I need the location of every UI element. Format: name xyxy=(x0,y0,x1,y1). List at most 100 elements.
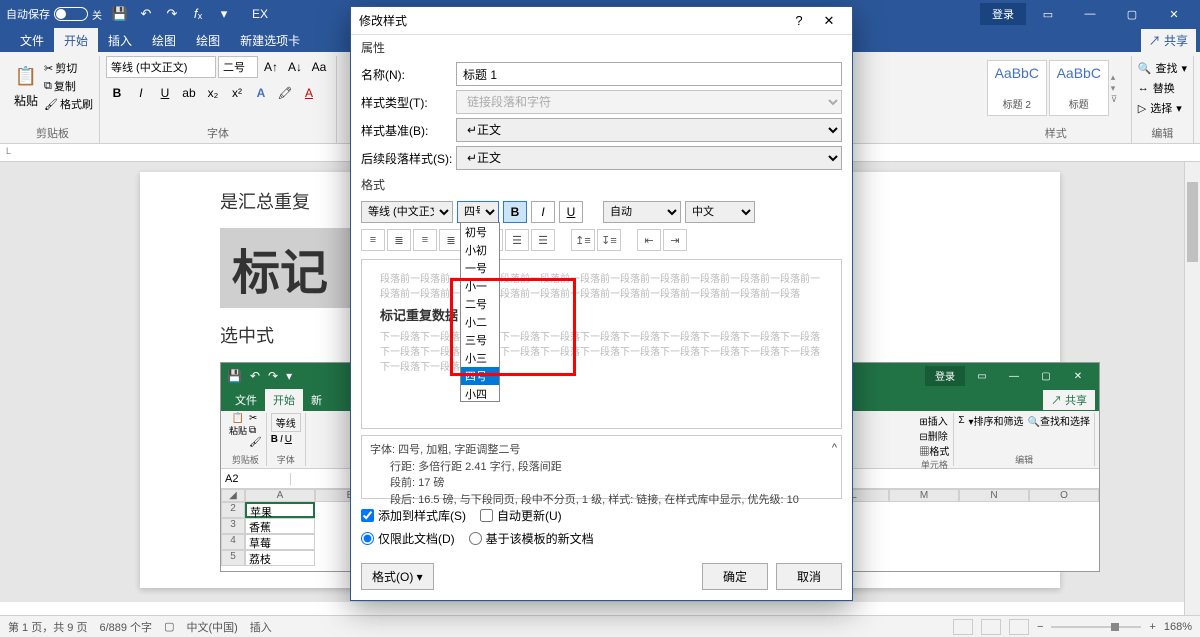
find-button[interactable]: 🔍查找 ▾ xyxy=(1138,60,1187,76)
linespacing-15-icon[interactable]: ☰ xyxy=(505,229,529,251)
excel-selectall[interactable]: ◢ xyxy=(221,489,245,502)
cancel-button[interactable]: 取消 xyxy=(776,563,842,590)
shrink-font-icon[interactable]: A↓ xyxy=(284,56,306,78)
change-case-icon[interactable]: Aa xyxy=(308,56,330,78)
excel-row-header[interactable]: 3 xyxy=(221,518,245,534)
excel-sort-button[interactable]: ▾排序和筛选 xyxy=(969,413,1024,428)
excel-col-header[interactable]: A xyxy=(245,489,315,502)
status-lang[interactable]: 中文(中国) xyxy=(186,619,237,635)
addto-checkbox[interactable] xyxy=(361,509,374,522)
status-words[interactable]: 6/889 个字 xyxy=(99,619,152,635)
text-effects-button[interactable]: A xyxy=(250,82,272,104)
excel-qat-more-icon[interactable]: ▾ xyxy=(286,369,292,383)
strike-button[interactable]: ab xyxy=(178,82,200,104)
dialog-help-icon[interactable]: ? xyxy=(784,13,814,28)
share-button[interactable]: ↗ 共享 xyxy=(1141,29,1196,52)
excel-row-header[interactable]: 2 xyxy=(221,502,245,518)
dialog-font-select[interactable]: 等线 (中文正文) xyxy=(361,201,453,223)
select-button[interactable]: ▷选择 ▾ xyxy=(1138,100,1187,116)
excel-login-button[interactable]: 登录 xyxy=(925,366,965,386)
excel-minimize-icon[interactable]: — xyxy=(999,366,1029,386)
zoom-in-icon[interactable]: + xyxy=(1149,621,1155,633)
excel-cell[interactable]: 香蕉 xyxy=(245,518,315,534)
highlight-button[interactable]: 🖍 xyxy=(274,82,296,104)
ribbon-options-icon[interactable]: ▭ xyxy=(1028,0,1068,28)
excel-insert-button[interactable]: ⊞插入 xyxy=(919,413,947,428)
undo-icon[interactable]: ↶ xyxy=(138,6,154,22)
excel-tab-home[interactable]: 开始 xyxy=(265,389,303,411)
status-page[interactable]: 第 1 页，共 9 页 xyxy=(8,619,87,635)
size-option[interactable]: 小二 xyxy=(461,313,499,331)
tab-draw[interactable]: 绘图 xyxy=(142,28,186,53)
size-option[interactable]: 小一 xyxy=(461,277,499,295)
format-menu-button[interactable]: 格式(O) ▾ xyxy=(361,563,434,590)
excel-share-button[interactable]: ↗ 共享 xyxy=(1043,390,1095,410)
excel-bold-button[interactable]: B xyxy=(271,434,278,445)
autosave[interactable]: 自动保存 关 xyxy=(6,6,102,22)
style-heading2[interactable]: AaBbC 标题 2 xyxy=(987,60,1047,116)
scrollbar-thumb[interactable] xyxy=(1187,182,1198,262)
excel-row-header[interactable]: 4 xyxy=(221,534,245,550)
excel-underline-button[interactable]: U xyxy=(285,434,292,445)
excel-close-icon[interactable]: ✕ xyxy=(1063,366,1093,386)
font-size-select[interactable]: 二号 xyxy=(218,56,258,78)
size-option[interactable]: 小四 xyxy=(461,385,499,402)
grow-font-icon[interactable]: A↑ xyxy=(260,56,282,78)
excel-maximize-icon[interactable]: ▢ xyxy=(1031,366,1061,386)
align-left-icon[interactable]: ≡ xyxy=(361,229,385,251)
dialog-color-select[interactable]: 自动 xyxy=(603,201,681,223)
qat-more-icon[interactable]: ▾ xyxy=(216,6,232,22)
tab-home[interactable]: 开始 xyxy=(54,28,98,53)
style-name-input[interactable] xyxy=(456,62,842,86)
close-icon[interactable]: ✕ xyxy=(1154,0,1194,28)
autosave-toggle[interactable] xyxy=(54,7,88,21)
excel-brush-icon[interactable]: 🖌 xyxy=(249,437,262,448)
save-icon[interactable]: 💾 xyxy=(112,6,128,22)
size-option[interactable]: 三号 xyxy=(461,331,499,349)
font-color-button[interactable]: A xyxy=(298,82,320,104)
template-radio-input[interactable] xyxy=(469,532,482,545)
excel-cut-icon[interactable]: ✂ xyxy=(249,413,262,424)
excel-undo-icon[interactable]: ↶ xyxy=(250,369,260,383)
zoom-level[interactable]: 168% xyxy=(1164,621,1192,633)
view-print-icon[interactable] xyxy=(981,619,1001,635)
tab-draw2[interactable]: 绘图 xyxy=(186,28,230,53)
size-option[interactable]: 二号 xyxy=(461,295,499,313)
excel-col-header[interactable]: M xyxy=(889,489,959,502)
italic-button[interactable]: I xyxy=(130,82,152,104)
spacing-before-dec-icon[interactable]: ↧≡ xyxy=(597,229,621,251)
bold-button[interactable]: B xyxy=(106,82,128,104)
copy-button[interactable]: ⧉ 复制 xyxy=(44,78,93,94)
cut-button[interactable]: ✂ 剪切 xyxy=(44,60,93,76)
excel-namebox[interactable]: A2 xyxy=(221,473,291,485)
status-spellcheck-icon[interactable]: ▢ xyxy=(164,620,174,633)
status-mode[interactable]: 插入 xyxy=(250,619,272,635)
font-size-dropdown[interactable]: 初号 小初 一号 小一 二号 小二 三号 小三 四号 小四 五号 小五 xyxy=(460,222,500,402)
style-next-select[interactable]: ↵正文 xyxy=(456,146,842,170)
subscript-button[interactable]: x₂ xyxy=(202,82,224,104)
thisdoc-radio-input[interactable] xyxy=(361,532,374,545)
excel-cell[interactable]: 荔枝 xyxy=(245,550,315,566)
excel-col-header[interactable]: N xyxy=(959,489,1029,502)
tab-insert[interactable]: 插入 xyxy=(98,28,142,53)
excel-sum-icon[interactable]: Σ xyxy=(958,415,964,426)
login-button[interactable]: 登录 xyxy=(980,3,1026,25)
excel-paste-button[interactable]: 📋粘贴 xyxy=(229,413,247,448)
tab-newtab[interactable]: 新建选项卡 xyxy=(230,28,310,53)
dialog-italic-button[interactable]: I xyxy=(531,201,555,223)
replace-button[interactable]: ↔替换 xyxy=(1138,80,1187,96)
view-web-icon[interactable] xyxy=(1009,619,1029,635)
formatpainter-button[interactable]: 🖌 格式刷 xyxy=(44,96,93,112)
ok-button[interactable]: 确定 xyxy=(702,563,768,590)
excel-col-header[interactable]: O xyxy=(1029,489,1099,502)
dialog-bold-button[interactable]: B xyxy=(503,201,527,223)
redo-icon[interactable]: ↷ xyxy=(164,6,180,22)
excel-delete-button[interactable]: ⊟删除 xyxy=(919,428,947,443)
zoom-out-icon[interactable]: − xyxy=(1037,621,1043,633)
excel-tab-file[interactable]: 文件 xyxy=(227,389,265,411)
indent-dec-icon[interactable]: ⇤ xyxy=(637,229,661,251)
font-name-select[interactable]: 等线 (中文正文) xyxy=(106,56,216,78)
style-base-select[interactable]: ↵正文 xyxy=(456,118,842,142)
zoom-slider[interactable] xyxy=(1051,626,1141,628)
align-right-icon[interactable]: ≡ xyxy=(413,229,437,251)
